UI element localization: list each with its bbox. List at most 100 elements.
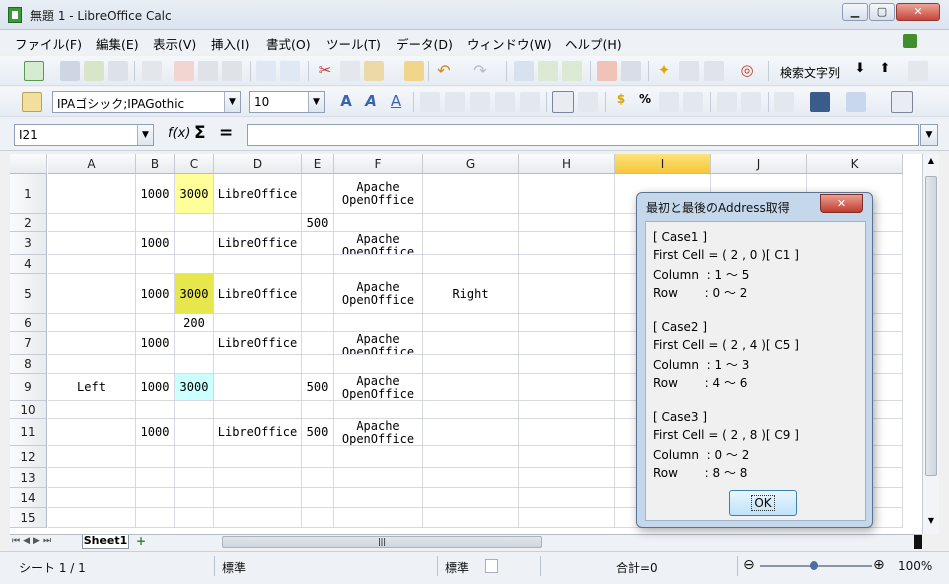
cell-g6[interactable]	[423, 314, 519, 332]
cell-a10[interactable]	[48, 401, 136, 419]
insert-chart-icon[interactable]	[597, 61, 617, 81]
cell-b3[interactable]: 1000	[136, 232, 175, 255]
autospellcheck-icon[interactable]	[280, 61, 300, 81]
menu-help[interactable]: ヘルプ(H)	[565, 34, 622, 53]
cell-f5[interactable]: Apache OpenOffice	[334, 274, 423, 314]
row-header-2[interactable]: 2	[10, 214, 47, 232]
cell-b4[interactable]	[136, 255, 175, 274]
cell-b5[interactable]: 1000	[136, 274, 175, 314]
menu-file[interactable]: ファイル(F)	[15, 34, 82, 53]
menu-insert[interactable]: 挿入(I)	[211, 34, 249, 53]
cell-g12[interactable]	[423, 446, 519, 468]
justify-icon[interactable]	[495, 92, 515, 112]
row-header-11[interactable]: 11	[10, 419, 47, 446]
cell-h6[interactable]	[519, 314, 615, 332]
cell-b15[interactable]	[136, 508, 175, 528]
cell-a2[interactable]	[48, 214, 136, 232]
minimize-button[interactable]: ▁	[842, 3, 868, 21]
styles-icon[interactable]	[22, 92, 42, 112]
row-header-8[interactable]: 8	[10, 355, 47, 374]
cell-d6[interactable]	[214, 314, 302, 332]
find-previous-icon[interactable]: ⬆	[875, 61, 895, 81]
find-label[interactable]: 検索文字列	[780, 64, 840, 81]
cell-g15[interactable]	[423, 508, 519, 528]
horizontal-scroll-end[interactable]	[914, 535, 922, 549]
cell-a4[interactable]	[48, 255, 136, 274]
merge-cells-icon[interactable]	[520, 92, 540, 112]
cell-b1[interactable]: 1000	[136, 174, 175, 214]
cell-d12[interactable]	[214, 446, 302, 468]
cell-g4[interactable]	[423, 255, 519, 274]
zoom-out-icon[interactable]: ⊖	[743, 557, 755, 573]
cell-f9[interactable]: Apache OpenOffice	[334, 374, 423, 401]
cell-f10[interactable]	[334, 401, 423, 419]
row-header-4[interactable]: 4	[10, 255, 47, 274]
cell-f8[interactable]	[334, 355, 423, 374]
sort-ascending-icon[interactable]	[538, 61, 558, 81]
cell-e15[interactable]	[302, 508, 334, 528]
row-header-6[interactable]: 6	[10, 314, 47, 332]
cell-g11[interactable]	[423, 419, 519, 446]
formula-input[interactable]	[247, 124, 919, 146]
align-right-icon[interactable]	[470, 92, 490, 112]
cell-a8[interactable]	[48, 355, 136, 374]
cell-f1[interactable]: Apache OpenOffice	[334, 174, 423, 214]
cell-g1[interactable]	[423, 174, 519, 214]
background-color-icon[interactable]	[846, 92, 866, 112]
cell-c8[interactable]	[175, 355, 214, 374]
help-icon[interactable]: ◎	[737, 61, 757, 81]
cell-d7[interactable]: LibreOffice	[214, 332, 302, 355]
edit-file-icon[interactable]	[142, 61, 162, 81]
cell-e13[interactable]	[302, 468, 334, 488]
chevron-down-icon[interactable]: ▼	[308, 92, 324, 112]
chevron-down-icon[interactable]: ▼	[137, 125, 153, 145]
horizontal-scroll-thumb[interactable]: |||	[222, 536, 542, 548]
align-vcenter-icon[interactable]	[578, 92, 598, 112]
cell-h5[interactable]	[519, 274, 615, 314]
cell-b9[interactable]: 1000	[136, 374, 175, 401]
cell-g13[interactable]	[423, 468, 519, 488]
cell-h15[interactable]	[519, 508, 615, 528]
cell-h8[interactable]	[519, 355, 615, 374]
toggle-grid-icon[interactable]	[891, 91, 913, 113]
row-header-5[interactable]: 5	[10, 274, 47, 314]
cell-h2[interactable]	[519, 214, 615, 232]
undo-icon[interactable]: ↶	[434, 61, 454, 81]
cell-a9[interactable]: Left	[48, 374, 136, 401]
zoom-level[interactable]: 100%	[898, 559, 932, 573]
page-style[interactable]: 標準	[222, 559, 246, 576]
cell-f15[interactable]	[334, 508, 423, 528]
data-sources-icon[interactable]	[704, 61, 724, 81]
select-all-corner[interactable]	[10, 154, 47, 174]
name-box[interactable]: I21 ▼	[14, 124, 154, 146]
cell-c14[interactable]	[175, 488, 214, 508]
cell-f14[interactable]	[334, 488, 423, 508]
menu-data[interactable]: データ(D)	[396, 34, 453, 53]
find-next-icon[interactable]: ⬇	[850, 61, 870, 81]
vertical-scroll-thumb[interactable]	[925, 176, 937, 476]
row-header-13[interactable]: 13	[10, 468, 47, 488]
cell-h1[interactable]	[519, 174, 615, 214]
find-replace-icon[interactable]	[908, 61, 928, 81]
percent-format-icon[interactable]: %	[635, 92, 655, 112]
paste-icon[interactable]	[364, 61, 384, 81]
font-size-combo[interactable]: 10 ▼	[249, 91, 325, 113]
column-header-g[interactable]: G	[423, 154, 519, 174]
cell-b13[interactable]	[136, 468, 175, 488]
row-header-7[interactable]: 7	[10, 332, 47, 355]
insert-mode[interactable]: 標準	[445, 559, 469, 576]
column-header-d[interactable]: D	[214, 154, 302, 174]
hyperlink-icon[interactable]	[514, 61, 534, 81]
column-header-k[interactable]: K	[807, 154, 903, 174]
cell-c6[interactable]: 200	[175, 314, 214, 332]
add-sheet-icon[interactable]: +	[132, 535, 150, 549]
cell-g8[interactable]	[423, 355, 519, 374]
cell-e2[interactable]: 500	[302, 214, 334, 232]
cell-a6[interactable]	[48, 314, 136, 332]
cell-g5[interactable]: Right	[423, 274, 519, 314]
cell-d14[interactable]	[214, 488, 302, 508]
cell-f4[interactable]	[334, 255, 423, 274]
expand-formula-icon[interactable]: ▼	[920, 124, 938, 146]
cell-f3[interactable]: Apache OpenOffice	[334, 232, 423, 255]
zoom-in-icon[interactable]: ⊕	[873, 557, 885, 573]
